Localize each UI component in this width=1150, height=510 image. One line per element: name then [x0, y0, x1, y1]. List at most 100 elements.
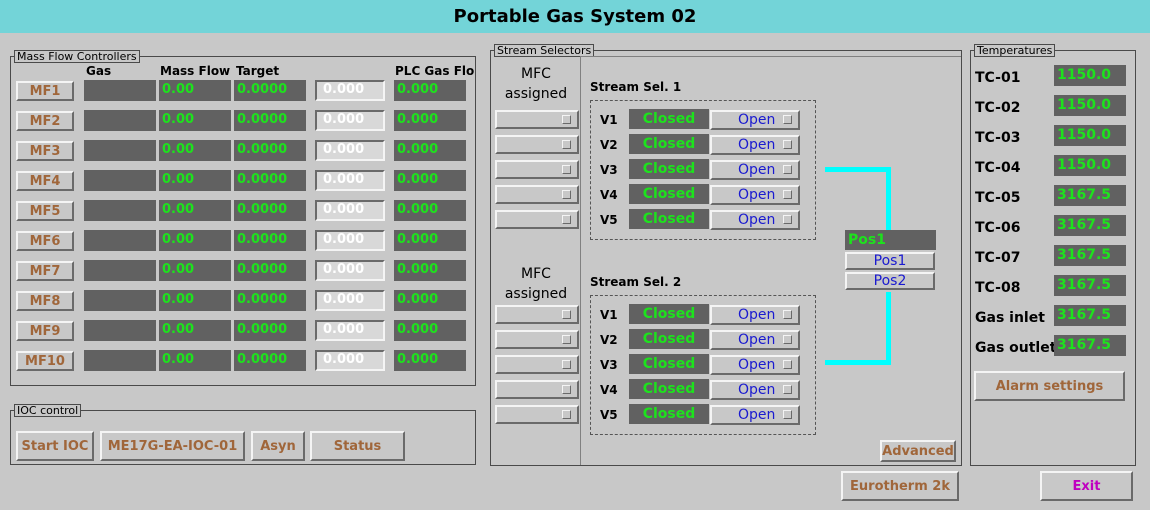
valve-open-button[interactable]: Open [710, 355, 800, 375]
setpoint-input[interactable]: 0.000 [315, 110, 385, 131]
ioc-name-button[interactable]: ME17G-EA-IOC-01 [100, 431, 245, 461]
valve-label: V1 [600, 113, 618, 127]
mfc-label-button[interactable]: MF5 [16, 201, 74, 221]
plc-gas-flow-readout: 0.000 [394, 110, 466, 131]
target-readout: 0.0000 [234, 350, 306, 371]
temperature-label: TC-06 [975, 220, 1021, 236]
position-readout: Pos1 [845, 230, 936, 250]
mfc-label-button[interactable]: MF4 [16, 171, 74, 191]
button-knob-icon [783, 115, 792, 124]
pipe-sel-1-horizontal [825, 167, 891, 172]
advanced-button[interactable]: Advanced [880, 440, 956, 462]
valve-state-readout: Closed [629, 404, 709, 424]
dropdown-knob-icon [562, 190, 571, 199]
temperature-readout: 3167.5 [1054, 275, 1126, 296]
gas-readout [84, 170, 156, 191]
target-readout: 0.0000 [234, 230, 306, 251]
valve-state-readout: Closed [629, 379, 709, 399]
plc-gas-flow-readout: 0.000 [394, 140, 466, 161]
valve-open-button[interactable]: Open [710, 210, 800, 230]
valve-open-button[interactable]: Open [710, 160, 800, 180]
mass-flow-readout: 0.00 [159, 170, 231, 191]
temperature-label: TC-04 [975, 160, 1021, 176]
setpoint-input[interactable]: 0.000 [315, 200, 385, 221]
mfc-label-button[interactable]: MF1 [16, 81, 74, 101]
setpoint-input[interactable]: 0.000 [315, 260, 385, 281]
temperature-label: TC-07 [975, 250, 1021, 266]
exit-button[interactable]: Exit [1040, 471, 1133, 501]
mass-flow-readout: 0.00 [159, 320, 231, 341]
mfc-assigned-dropdown[interactable] [495, 405, 579, 424]
start-ioc-button[interactable]: Start IOC [16, 431, 94, 461]
target-readout: 0.0000 [234, 110, 306, 131]
setpoint-input[interactable]: 0.000 [315, 80, 385, 101]
mfc-assigned-dropdown[interactable] [495, 380, 579, 399]
alarm-settings-button[interactable]: Alarm settings [974, 371, 1125, 401]
mfc-label-button[interactable]: MF10 [16, 351, 74, 371]
valve-state-readout: Closed [629, 329, 709, 349]
valve-label: V4 [600, 383, 618, 397]
plc-gas-flow-column-header: PLC Gas Flo [395, 64, 475, 78]
valve-open-button[interactable]: Open [710, 135, 800, 155]
button-knob-icon [783, 215, 792, 224]
dropdown-knob-icon [562, 360, 571, 369]
mfc-label-button[interactable]: MF3 [16, 141, 74, 161]
mfc-assigned-dropdown[interactable] [495, 135, 579, 154]
mass-flow-readout: 0.00 [159, 140, 231, 161]
target-readout: 0.0000 [234, 200, 306, 221]
valve-open-button[interactable]: Open [710, 110, 800, 130]
setpoint-input[interactable]: 0.000 [315, 290, 385, 311]
mfc-assigned-dropdown[interactable] [495, 355, 579, 374]
target-readout: 0.0000 [234, 320, 306, 341]
mfc-label-button[interactable]: MF8 [16, 291, 74, 311]
temperature-label: Gas inlet [975, 310, 1045, 326]
temperature-readout: 1150.0 [1054, 65, 1126, 86]
temperature-readout: 3167.5 [1054, 245, 1126, 266]
eurotherm-button[interactable]: Eurotherm 2k [841, 471, 959, 501]
valve-open-label: Open [738, 112, 776, 128]
valve-state-readout: Closed [629, 184, 709, 204]
valve-state-readout: Closed [629, 354, 709, 374]
mfc-label-button[interactable]: MF6 [16, 231, 74, 251]
pos1-button[interactable]: Pos1 [845, 252, 935, 270]
valve-open-label: Open [738, 407, 776, 423]
temperature-readout: 3167.5 [1054, 335, 1126, 356]
valve-open-button[interactable]: Open [710, 185, 800, 205]
valve-open-button[interactable]: Open [710, 380, 800, 400]
gas-readout [84, 80, 156, 101]
temperature-readout: 3167.5 [1054, 305, 1126, 326]
pos2-button[interactable]: Pos2 [845, 272, 935, 290]
setpoint-input[interactable]: 0.000 [315, 230, 385, 251]
valve-open-button[interactable]: Open [710, 405, 800, 425]
target-readout: 0.0000 [234, 140, 306, 161]
mfc-label-button[interactable]: MF7 [16, 261, 74, 281]
temperature-readout: 1150.0 [1054, 95, 1126, 116]
target-readout: 0.0000 [234, 260, 306, 281]
plc-gas-flow-readout: 0.000 [394, 200, 466, 221]
asyn-button[interactable]: Asyn [251, 431, 305, 461]
mfc-assigned-dropdown[interactable] [495, 330, 579, 349]
plc-gas-flow-readout: 0.000 [394, 350, 466, 371]
temperature-readout: 1150.0 [1054, 155, 1126, 176]
mfc-assigned-dropdown[interactable] [495, 185, 579, 204]
valve-state-readout: Closed [629, 134, 709, 154]
setpoint-input[interactable]: 0.000 [315, 350, 385, 371]
mfc-label-button[interactable]: MF2 [16, 111, 74, 131]
mfc-assigned-dropdown[interactable] [495, 110, 579, 129]
mfc-assigned-dropdown[interactable] [495, 305, 579, 324]
mass-flow-readout: 0.00 [159, 290, 231, 311]
mfc-assigned-dropdown[interactable] [495, 160, 579, 179]
setpoint-input[interactable]: 0.000 [315, 320, 385, 341]
setpoint-input[interactable]: 0.000 [315, 140, 385, 161]
button-knob-icon [783, 410, 792, 419]
mfc-label-button[interactable]: MF9 [16, 321, 74, 341]
valve-open-button[interactable]: Open [710, 305, 800, 325]
status-button[interactable]: Status [310, 431, 405, 461]
dropdown-knob-icon [562, 385, 571, 394]
valve-open-button[interactable]: Open [710, 330, 800, 350]
title-bar: Portable Gas System 02 [0, 0, 1150, 33]
mfc-assigned-dropdown[interactable] [495, 210, 579, 229]
gas-readout [84, 290, 156, 311]
setpoint-input[interactable]: 0.000 [315, 170, 385, 191]
plc-gas-flow-readout: 0.000 [394, 80, 466, 101]
